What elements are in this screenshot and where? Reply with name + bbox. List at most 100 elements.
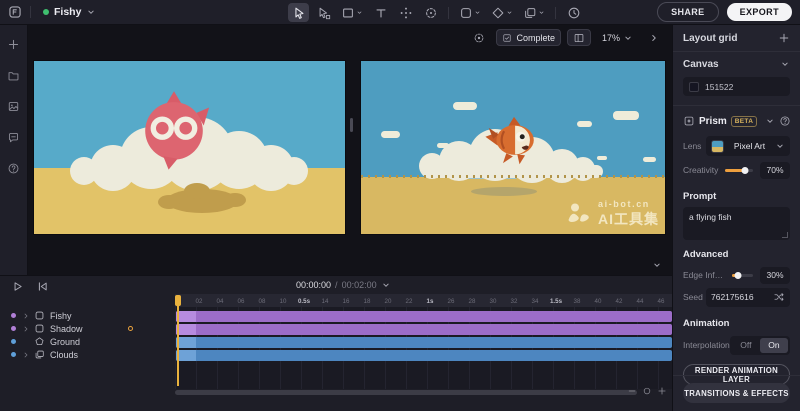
assets-button[interactable]: [5, 97, 23, 115]
layer-name: Fishy: [50, 311, 72, 321]
project-menu[interactable]: Fishy: [39, 4, 100, 20]
select-tool-button[interactable]: [288, 3, 309, 22]
chevron-down-icon: [652, 260, 662, 270]
frame-resize-handle[interactable]: [350, 118, 353, 132]
prism-help-button[interactable]: [779, 115, 791, 127]
complete-button[interactable]: Complete: [496, 29, 561, 46]
export-button[interactable]: EXPORT: [727, 3, 792, 21]
interpolation-row: Interpolation Off On: [683, 334, 790, 356]
pages-panel-button[interactable]: [567, 29, 591, 46]
direct-select-tool-button[interactable]: [313, 3, 334, 22]
fit-icon: [642, 386, 652, 396]
fish-shadow: [166, 189, 238, 213]
prompt-textarea[interactable]: a flying fish: [683, 207, 790, 240]
lens-dropdown[interactable]: Pixel Art: [706, 136, 790, 156]
stack-icon: [34, 349, 45, 360]
edge-influence-value[interactable]: 30%: [760, 267, 790, 284]
files-button[interactable]: [5, 66, 23, 84]
timeline-zoom-fit-button[interactable]: [641, 385, 653, 397]
pentagon-icon: [34, 336, 45, 347]
next-button[interactable]: [644, 29, 664, 46]
chevron-right-icon[interactable]: [22, 325, 30, 333]
layer-name: Shadow: [50, 324, 83, 334]
canvas-frame-rendered[interactable]: ai-bot.cn AI工具集: [360, 60, 666, 235]
track-bar-clouds[interactable]: [176, 350, 672, 361]
transform-icon: [399, 6, 413, 20]
total-time: 00:02:00: [342, 280, 377, 290]
ruler-tick: 18: [364, 298, 371, 305]
canvas-section-header[interactable]: Canvas: [683, 52, 790, 76]
play-button[interactable]: [10, 279, 25, 294]
transitions-effects-button[interactable]: TRANSITIONS & EFFECTS: [683, 383, 790, 403]
layer-name: Ground: [50, 337, 80, 347]
history-button[interactable]: [563, 3, 584, 22]
rectangle-tool-button[interactable]: [338, 3, 366, 22]
add-layout-grid-button[interactable]: [778, 32, 790, 44]
new-item-button[interactable]: [5, 35, 23, 53]
seed-label: Seed: [683, 292, 703, 302]
current-time: 00:00:00: [296, 280, 331, 290]
canvas-frame-source[interactable]: [33, 60, 346, 235]
chevron-down-icon: [356, 9, 363, 16]
layer-shape-tool-button[interactable]: [520, 3, 548, 22]
minus-icon: [627, 386, 637, 396]
track-bar-shadow[interactable]: [176, 324, 672, 335]
chevron-right-icon[interactable]: [22, 351, 30, 359]
playhead-head[interactable]: [175, 295, 181, 306]
track-bar-fishy[interactable]: [176, 311, 672, 322]
skip-to-start-icon: [36, 280, 49, 293]
layer-panel: Fishy Shadow GroundClouds: [0, 294, 175, 411]
app-logo-icon: [8, 5, 22, 19]
chevron-right-icon[interactable]: [22, 312, 30, 320]
layer-color-dot: [11, 339, 16, 344]
chevron-down-icon[interactable]: [765, 116, 775, 126]
cursor-icon: [292, 6, 306, 20]
record-button[interactable]: [468, 29, 490, 46]
layer-row-ground[interactable]: Ground: [0, 335, 175, 348]
timeline-zoom-in-button[interactable]: [656, 385, 668, 397]
skip-to-start-button[interactable]: [35, 279, 50, 294]
interpolation-off-option[interactable]: Off: [732, 338, 760, 353]
resize-handle-icon[interactable]: [782, 232, 788, 238]
transform-tool-button[interactable]: [395, 3, 416, 22]
prism-section-header[interactable]: Prism BETA: [683, 108, 790, 134]
timeline-zoom-out-button[interactable]: [626, 385, 638, 397]
symbol-tool-button[interactable]: [488, 3, 516, 22]
timeline-ruler[interactable]: 02040608100.5s14161820221s26283032341.5s…: [175, 294, 672, 307]
layer-row-clouds[interactable]: Clouds: [0, 348, 175, 361]
canvas-color-field[interactable]: 151522: [683, 77, 790, 96]
layer-row-shadow[interactable]: Shadow: [0, 322, 175, 335]
ruler-tick: 34: [532, 298, 539, 305]
chevron-down-icon: [381, 280, 391, 290]
keyframe-indicator[interactable]: [128, 326, 133, 331]
seed-input[interactable]: 762175616: [706, 288, 790, 307]
time-display[interactable]: 00:00:00 / 00:02:00: [296, 280, 391, 290]
ruler-tick: 1s: [427, 298, 434, 305]
creativity-slider-knob[interactable]: [741, 167, 748, 174]
rotate-tool-button[interactable]: [420, 3, 441, 22]
app-menu-button[interactable]: [8, 5, 22, 19]
edge-influence-slider[interactable]: [732, 270, 753, 280]
creativity-slider[interactable]: [725, 165, 753, 175]
layer-row-fishy[interactable]: Fishy: [0, 309, 175, 322]
creativity-value[interactable]: 70%: [760, 162, 790, 179]
playhead[interactable]: [175, 294, 183, 389]
comments-button[interactable]: [5, 128, 23, 146]
collapse-panel-button[interactable]: [652, 260, 662, 270]
timeline-scrollbar[interactable]: [175, 390, 637, 395]
prism-menu-button[interactable]: [795, 115, 800, 127]
share-button[interactable]: SHARE: [657, 2, 719, 22]
randomize-seed-button[interactable]: [773, 291, 785, 303]
canvas-workspace[interactable]: Complete 17%: [28, 25, 672, 275]
text-tool-button[interactable]: [370, 3, 391, 22]
zoom-level-button[interactable]: 17%: [597, 29, 638, 46]
text-icon: [374, 6, 388, 20]
canvas-color-swatch[interactable]: [689, 82, 699, 92]
clock-icon: [567, 6, 581, 20]
frame-tool-button[interactable]: [456, 3, 484, 22]
help-button[interactable]: [5, 159, 23, 177]
track-bar-ground[interactable]: [176, 337, 672, 348]
edge-slider-knob[interactable]: [735, 272, 742, 279]
track-area[interactable]: 02040608100.5s14161820221s26283032341.5s…: [175, 294, 672, 389]
interpolation-on-option[interactable]: On: [760, 338, 788, 353]
